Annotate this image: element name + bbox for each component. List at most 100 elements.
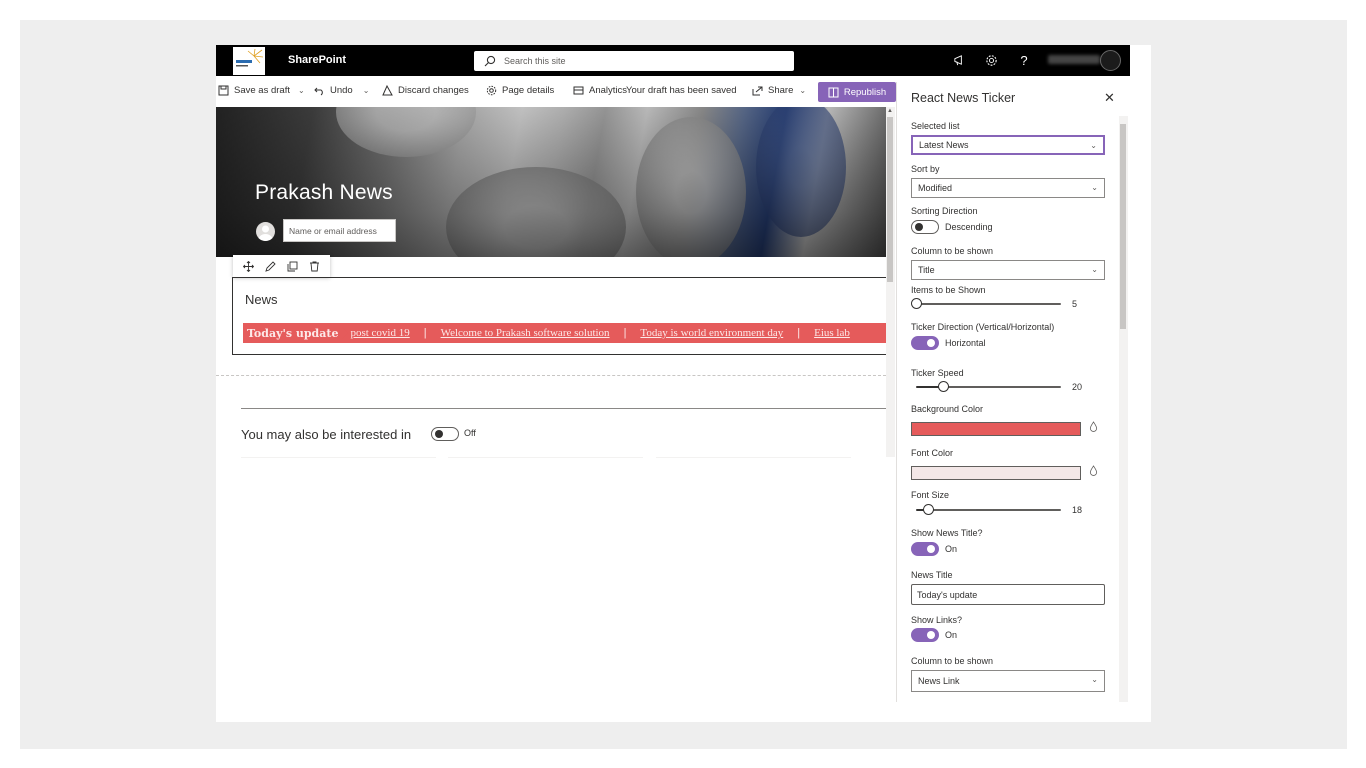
- undo-label: Undo: [330, 85, 353, 96]
- analytics-label: Analytics: [589, 85, 628, 96]
- duplicate-icon[interactable]: [287, 260, 299, 272]
- show-news-title-label: Show News Title?: [911, 528, 983, 538]
- font-size-value: 18: [1072, 505, 1083, 515]
- search-box[interactable]: [474, 51, 794, 71]
- chevron-down-icon: ⌄: [1091, 675, 1098, 684]
- webpart-toolbar: [233, 255, 330, 277]
- font-color-label: Font Color: [911, 448, 954, 458]
- scrollbar-thumb[interactable]: [887, 117, 893, 282]
- chevron-down-icon[interactable]: ⌄: [298, 86, 305, 95]
- page-title[interactable]: Prakash News: [255, 181, 393, 205]
- placeholder-card-line: [656, 457, 851, 458]
- font-size-slider-thumb[interactable]: [923, 504, 934, 515]
- discard-changes-label: Discard changes: [398, 85, 469, 96]
- author-avatar: [256, 222, 275, 241]
- hero-banner: Prakash News: [216, 107, 886, 257]
- ticker-speed-slider-thumb[interactable]: [938, 381, 949, 392]
- ticker-link[interactable]: Eius lab: [814, 327, 864, 339]
- help-icon[interactable]: ?: [1017, 53, 1031, 68]
- also-interested-state: Off: [464, 428, 476, 438]
- items-shown-label: Items to be Shown: [911, 285, 986, 295]
- ticker-link[interactable]: post covid 19: [350, 327, 423, 339]
- search-icon: [484, 55, 496, 67]
- link-column-dropdown[interactable]: News Link ⌄: [911, 670, 1105, 692]
- share-icon: [752, 86, 763, 96]
- suite-bar: SharePoint ?: [216, 45, 1130, 76]
- ticker-separator: |: [423, 327, 427, 339]
- megaphone-icon[interactable]: [952, 53, 966, 67]
- ticker-items: post covid 19 | Welcome to Prakash softwar…: [350, 327, 863, 339]
- gear-icon[interactable]: [984, 53, 998, 67]
- background-color-label: Background Color: [911, 404, 984, 414]
- divider: [241, 408, 886, 409]
- site-logo[interactable]: [233, 47, 265, 75]
- book-icon: [828, 87, 839, 97]
- page-scrollbar[interactable]: ▲: [886, 107, 895, 457]
- ticker-separator: |: [797, 327, 801, 339]
- selected-list-dropdown[interactable]: Latest News ⌄: [911, 135, 1105, 155]
- search-input[interactable]: [504, 56, 764, 66]
- ticker-speed-label: Ticker Speed: [911, 368, 964, 378]
- sorting-direction-value: Descending: [945, 222, 993, 232]
- discard-changes-button[interactable]: Discard changes: [382, 85, 469, 96]
- avatar[interactable]: [1100, 50, 1121, 71]
- republish-label: Republish: [843, 86, 887, 98]
- ticker-separator: |: [623, 327, 627, 339]
- chevron-down-icon[interactable]: ⌄: [363, 86, 370, 95]
- scrollbar-thumb[interactable]: [1120, 124, 1126, 329]
- page-details-label: Page details: [502, 85, 555, 96]
- items-shown-slider-thumb[interactable]: [911, 298, 922, 309]
- sort-by-dropdown[interactable]: Modified ⌄: [911, 178, 1105, 198]
- link-column-label: Column to be shown: [911, 656, 994, 666]
- items-shown-slider[interactable]: [916, 303, 1061, 305]
- command-bar: Save as draft ⌄ Undo ⌄ Discard changes P…: [216, 79, 896, 105]
- author-field[interactable]: [283, 219, 396, 242]
- edit-icon[interactable]: [264, 260, 276, 272]
- save-status: Your draft has been saved: [626, 85, 737, 96]
- webpart-title: News: [245, 292, 278, 307]
- close-icon[interactable]: ✕: [1104, 90, 1115, 106]
- share-button[interactable]: Share ⌄: [752, 85, 806, 96]
- chevron-down-icon: ⌄: [1091, 265, 1098, 274]
- color-picker-icon[interactable]: [1089, 421, 1098, 435]
- undo-icon: [314, 87, 323, 96]
- page-details-button[interactable]: Page details: [486, 85, 554, 96]
- font-size-label: Font Size: [911, 490, 950, 500]
- selected-list-value: Latest News: [919, 140, 969, 150]
- news-ticker: Today's update post covid 19 | Welcome to …: [243, 323, 893, 343]
- show-links-value: On: [945, 630, 958, 640]
- background-color-swatch[interactable]: [911, 422, 1081, 436]
- delete-icon[interactable]: [309, 260, 321, 272]
- ticker-link[interactable]: Welcome to Prakash software solution: [441, 327, 624, 339]
- ticker-direction-label: Ticker Direction (Vertical/Horizontal): [911, 322, 1055, 332]
- font-size-slider[interactable]: [916, 509, 1061, 511]
- chevron-down-icon: ⌄: [1091, 183, 1098, 192]
- logo-icon: [236, 48, 264, 67]
- column-shown-dropdown[interactable]: Title ⌄: [911, 260, 1105, 280]
- show-links-label: Show Links?: [911, 615, 963, 625]
- pane-scrollbar[interactable]: [1119, 116, 1128, 702]
- show-links-toggle[interactable]: [911, 628, 939, 642]
- analytics-icon: [573, 86, 584, 95]
- app-name[interactable]: SharePoint: [288, 54, 346, 66]
- analytics-button[interactable]: Analytics: [573, 85, 627, 96]
- also-interested-label: You may also be interested in: [241, 427, 412, 442]
- show-news-title-value: On: [945, 544, 958, 554]
- news-title-field[interactable]: [911, 584, 1105, 605]
- news-ticker-webpart[interactable]: News Today's update post covid 19 | Welcom…: [232, 277, 893, 355]
- undo-button[interactable]: Undo ⌄: [314, 85, 369, 96]
- gear-icon: [486, 85, 497, 96]
- save-as-draft-button[interactable]: Save as draft ⌄: [218, 85, 305, 96]
- also-interested-toggle[interactable]: [431, 427, 459, 441]
- sort-by-value: Modified: [918, 183, 953, 193]
- share-label: Share: [768, 85, 794, 96]
- show-news-title-toggle[interactable]: [911, 542, 939, 556]
- color-picker-icon[interactable]: [1089, 465, 1098, 479]
- ticker-direction-toggle[interactable]: [911, 336, 939, 350]
- ticker-link[interactable]: Today is world environment day: [640, 327, 797, 339]
- sorting-direction-toggle[interactable]: [911, 220, 939, 234]
- user-name[interactable]: [1048, 55, 1100, 64]
- move-icon[interactable]: [242, 260, 254, 272]
- republish-button[interactable]: Republish: [818, 82, 896, 102]
- font-color-swatch[interactable]: [911, 466, 1081, 480]
